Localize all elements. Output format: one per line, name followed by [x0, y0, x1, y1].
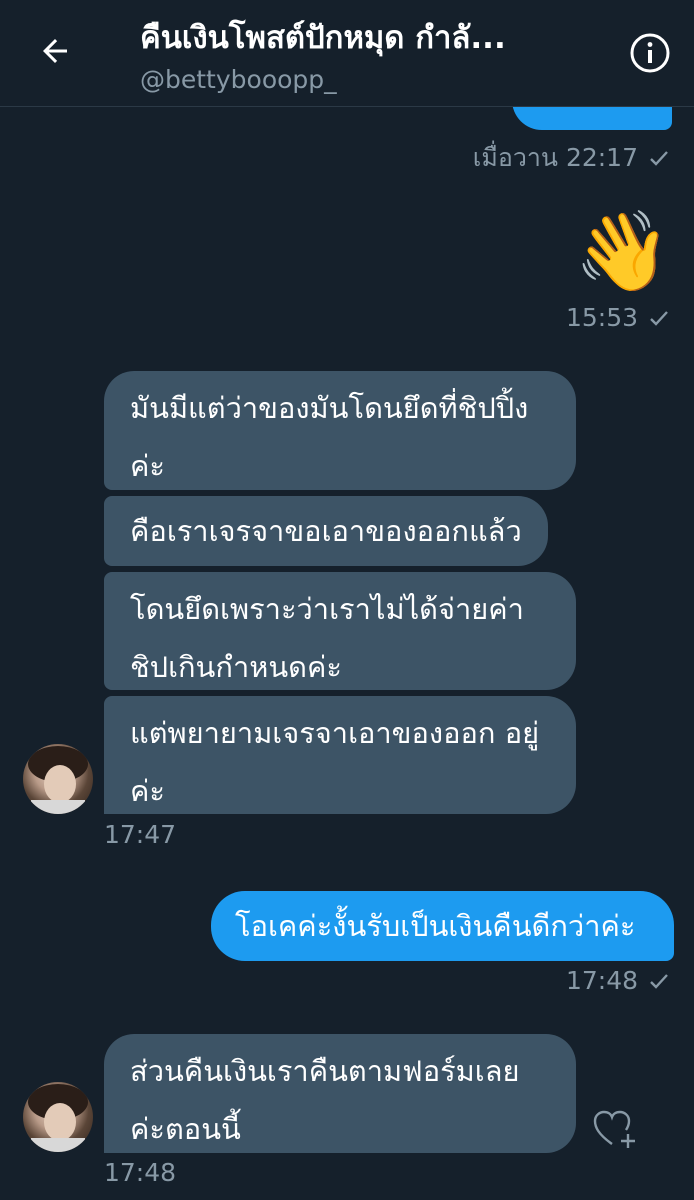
check-icon: [648, 147, 670, 169]
message-meta: 17:47: [104, 820, 176, 849]
info-button[interactable]: [628, 31, 672, 75]
info-icon: [630, 33, 670, 73]
check-icon: [648, 970, 670, 992]
check-icon: [648, 307, 670, 329]
conversation-header: คืนเงินโพสต์ปักหมุด กำลั... @bettybooopp…: [0, 0, 694, 107]
incoming-message-bubble[interactable]: แต่พยายามเจรจาเอาของออก อยู่ค่ะ: [104, 696, 576, 814]
message-timestamp: 17:48: [104, 1158, 177, 1187]
conversation-title[interactable]: คืนเงินโพสต์ปักหมุด กำลั...: [140, 16, 595, 60]
message-meta: 15:53: [566, 303, 670, 332]
wave-emoji-message[interactable]: 👋: [574, 204, 671, 300]
back-button[interactable]: [34, 30, 76, 72]
message-meta: 17:48: [566, 966, 670, 995]
arrow-left-icon: [43, 39, 67, 63]
message-timestamp: 15:53: [565, 303, 638, 332]
incoming-message-bubble[interactable]: มันมีแต่ว่าของมันโดนยึดที่ชิปปิ้ง ค่ะ: [104, 371, 576, 490]
message-timestamp: 17:48: [565, 966, 638, 995]
message-timestamp: 17:47: [104, 820, 177, 849]
incoming-message-bubble[interactable]: ส่วนคืนเงินเราคืนตามฟอร์มเลย ค่ะตอนนี้: [104, 1034, 576, 1153]
incoming-message-bubble[interactable]: คือเราเจรจาขอเอาของออกแล้ว: [104, 496, 548, 566]
outgoing-message-bubble[interactable]: โอเคค่ะงั้นรับเป็นเงินคืนดีกว่าค่ะ: [211, 891, 674, 961]
message-meta: 17:48: [104, 1158, 176, 1187]
react-button[interactable]: [592, 1110, 638, 1150]
heart-plus-icon: [593, 1110, 635, 1148]
message-timestamp: เมื่อวาน 22:17: [472, 143, 638, 172]
incoming-message-bubble[interactable]: โดนยึดเพราะว่าเราไม่ได้จ่ายค่า ชิปเกินกำ…: [104, 572, 576, 690]
avatar[interactable]: [23, 744, 93, 814]
message-meta: เมื่อวาน 22:17: [473, 138, 670, 178]
avatar[interactable]: [23, 1082, 93, 1152]
conversation-handle: @bettybooopp_: [140, 65, 337, 94]
